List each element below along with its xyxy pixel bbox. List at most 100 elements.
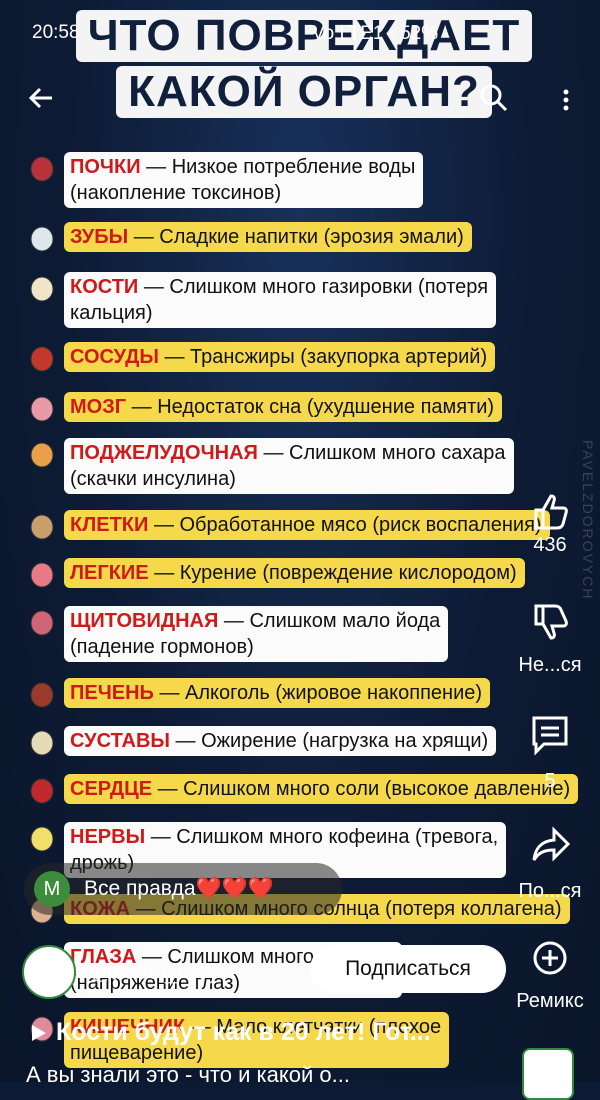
organ-cause: — Алкоголь (жировое накоппение) — [153, 682, 483, 704]
organ-name: ЛЕГКИЕ — [70, 562, 149, 584]
top-bar — [0, 72, 600, 122]
thumbs-down-icon — [534, 604, 568, 640]
share-button[interactable]: По...ся — [510, 822, 590, 903]
organ-cause: — Слишком много газировки (потеря — [138, 276, 489, 298]
dislike-button[interactable]: Не...ся — [510, 600, 590, 677]
share-icon — [532, 826, 571, 862]
nerve-icon — [20, 822, 64, 856]
status-time: 20:58 — [32, 22, 80, 43]
remix-label: Ремикс — [516, 990, 584, 1012]
organ-name: ПЕЧЕНЬ — [70, 682, 154, 704]
share-label: По...ся — [518, 880, 582, 902]
organ-cause: — Ожирение (нагрузка на хрящи) — [170, 730, 489, 752]
comment-text: Все правда❤️❤️❤️ — [84, 877, 275, 900]
organ-item: МОЗГ — Недостаток сна (ухудшение памяти) — [20, 392, 503, 426]
organ-item-pill: КЛЕТКИ — Обработанное мясо (риск воспале… — [64, 510, 550, 540]
organ-item-pill: МОЗГ — Недостаток сна (ухудшение памяти) — [64, 392, 503, 422]
thumbs-up-icon — [534, 494, 568, 530]
sound-thumbnail[interactable] — [522, 1048, 574, 1100]
remix-icon — [533, 941, 567, 975]
thyroid-icon — [20, 606, 64, 640]
organ-item-pill: ЛЕГКИЕ — Курение (повреждение кислородом… — [64, 558, 525, 588]
play-list-icon — [32, 1024, 46, 1041]
organ-name: СУСТАВЫ — [70, 730, 170, 752]
organ-cause: — Обработанное мясо (риск воспаления) — [148, 514, 542, 536]
like-count: 436 — [533, 534, 567, 556]
dislike-label: Не...ся — [518, 654, 582, 676]
organ-item: ПЕЧЕНЬ — Алкоголь (жировое накоппение) — [20, 678, 491, 712]
like-button[interactable]: 436 — [510, 490, 590, 557]
organ-name: ПОЧКИ — [70, 156, 141, 178]
liver-icon — [20, 678, 64, 712]
organ-effect: (накопление токсинов) — [70, 182, 282, 204]
organ-cause: — Сладкие напитки (эрозия эмали) — [128, 226, 464, 248]
organ-cause: — Трансжиры (закупорка артерий) — [158, 346, 488, 368]
comment-count: 5 — [544, 770, 556, 792]
vessel-icon — [20, 342, 64, 376]
organ-item: ЗУБЫ — Сладкие напитки (эрозия эмали) — [20, 222, 472, 256]
more-options-button[interactable] — [552, 80, 580, 120]
organ-effect: кальция) — [70, 302, 153, 324]
channel-avatar[interactable] — [22, 945, 76, 999]
organ-item: ЩИТОВИДНАЯ — Слишком мало йода (падение г… — [20, 606, 449, 662]
organ-item-pill: ЩИТОВИДНАЯ — Слишком мало йода (падение г… — [64, 606, 449, 662]
organ-cause: — Курение (повреждение кислородом) — [148, 562, 517, 584]
organ-name: КЛЕТКИ — [70, 514, 149, 536]
channel-name[interactable]: @pavel_rovych — [90, 959, 242, 985]
heart-icon — [20, 774, 64, 808]
organ-item-pill: ПОЧКИ — Низкое потребление воды (накоплен… — [64, 152, 424, 208]
video-description[interactable]: А вы знали это - что и какой о... — [26, 1062, 350, 1088]
organ-cause: — Недостаток сна (ухудшение памяти) — [126, 396, 495, 418]
organ-effect: (падение гормонов) — [70, 636, 254, 658]
more-vertical-icon — [563, 89, 569, 111]
organ-name: КОСТИ — [70, 276, 139, 298]
bone-icon — [20, 272, 64, 306]
organ-name: ЩИТОВИДНАЯ — [70, 610, 219, 632]
organ-item: СОСУДЫ — Трансжиры (закупорка артерий) — [20, 342, 496, 376]
organ-item-pill: СЕРДЦЕ — Слишком много соли (высокое дав… — [64, 774, 579, 804]
organ-cause: — Слишком много сахара — [257, 442, 506, 464]
organ-item-pill: СУСТАВЫ — Ожирение (нагрузка на хрящи) — [64, 726, 497, 756]
video-title-text: Кости будут как в 20 лет! Гот... — [56, 1018, 431, 1046]
organ-name: ЗУБЫ — [70, 226, 129, 248]
pancreas-icon — [20, 438, 64, 472]
comment-avatar: М — [34, 871, 70, 907]
remix-button[interactable]: Ремикс — [510, 936, 590, 1013]
organ-item: ПОДЖЕЛУДОЧНАЯ — Слишком много сахара (ска… — [20, 438, 514, 494]
organ-item-pill: КОСТИ — Слишком много газировки (потеря к… — [64, 272, 497, 328]
organ-item-pill: СОСУДЫ — Трансжиры (закупорка артерий) — [64, 342, 496, 372]
cell-icon — [20, 510, 64, 544]
status-indicators: Vo LTE1 ⋅ 52% — [312, 23, 439, 44]
organ-item: КОСТИ — Слишком много газировки (потеря к… — [20, 272, 497, 328]
status-bar: 20:58 Vo LTE1 ⋅ 52% — [0, 18, 600, 54]
organ-name: ПОДЖЕЛУДОЧНАЯ — [70, 442, 258, 464]
organ-cause: — Слишком мало йода — [218, 610, 441, 632]
search-icon — [480, 84, 508, 112]
organ-item: ЛЕГКИЕ — Курение (повреждение кислородом… — [20, 558, 525, 592]
organ-item-pill: ПОДЖЕЛУДОЧНАЯ — Слишком много сахара (ска… — [64, 438, 514, 494]
tooth-icon — [20, 222, 64, 256]
organ-item-pill: ЗУБЫ — Сладкие напитки (эрозия эмали) — [64, 222, 472, 252]
joint-icon — [20, 726, 64, 760]
organ-cause: — Слишком много соли (высокое давление) — [152, 778, 571, 800]
arrow-left-icon — [28, 87, 52, 109]
channel-row[interactable]: @pavel_rovych — [22, 945, 242, 999]
search-button[interactable] — [476, 80, 516, 120]
subscribe-button[interactable]: Подписаться — [310, 945, 506, 993]
organ-name: СЕРДЦЕ — [70, 778, 153, 800]
comment-icon — [532, 716, 568, 756]
back-button[interactable] — [22, 78, 62, 118]
organ-item: ПОЧКИ — Низкое потребление воды (накоплен… — [20, 152, 424, 208]
organ-cause: — Низкое потребление воды — [140, 156, 416, 178]
kidney-icon — [20, 152, 64, 186]
video-title[interactable]: Кости будут как в 20 лет! Гот... — [30, 1018, 431, 1047]
organ-item: СЕРДЦЕ — Слишком много соли (высокое дав… — [20, 774, 579, 808]
organ-effect: (скачки инсулина) — [70, 468, 236, 490]
lungs-icon — [20, 558, 64, 592]
organ-cause: — Слишком много кофеина (тревога, — [145, 826, 499, 848]
comments-button[interactable]: 5 — [510, 712, 590, 793]
organ-name: НЕРВЫ — [70, 826, 146, 848]
organ-item: СУСТАВЫ — Ожирение (нагрузка на хрящи) — [20, 726, 497, 760]
comment-preview[interactable]: М Все правда❤️❤️❤️ — [24, 863, 342, 915]
organ-item: КЛЕТКИ — Обработанное мясо (риск воспале… — [20, 510, 550, 544]
